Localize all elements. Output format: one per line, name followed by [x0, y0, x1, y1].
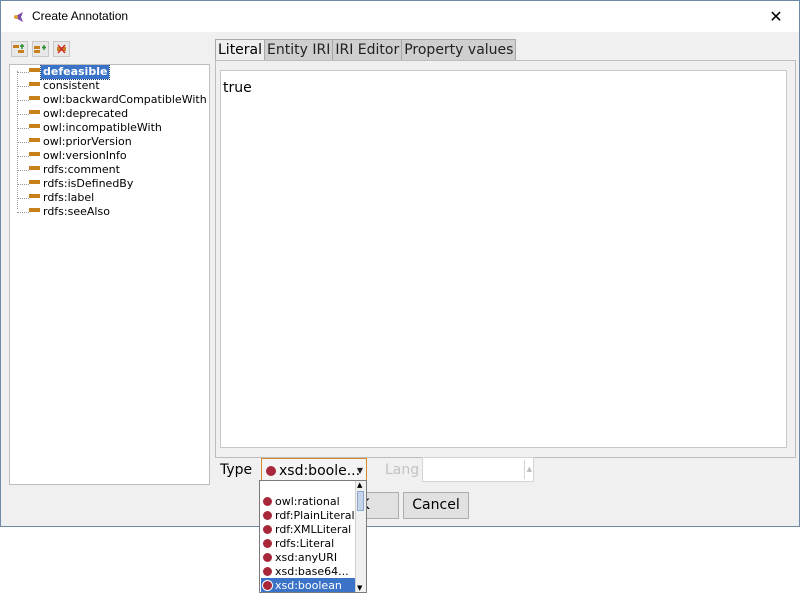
annotation-property-icon: [29, 207, 40, 212]
datatype-icon: [263, 510, 272, 520]
annotation-property-icon: [29, 67, 40, 72]
annotation-property-icon: [29, 151, 40, 156]
value-editor-tabs: Literal Entity IRI IRI Editor Property v…: [215, 39, 517, 61]
dropdown-option-label: rdf:XMLLiteral: [275, 522, 352, 536]
title-bar: Create Annotation ✕: [1, 1, 799, 32]
scroll-down-icon[interactable]: ▼: [357, 584, 362, 592]
tree-connector: [17, 127, 29, 129]
tree-item-label: owl:deprecated: [43, 107, 129, 120]
tree-item-label: owl:backwardCompatibleWith: [43, 93, 207, 106]
tree-connector: [17, 169, 29, 171]
tree-item-label: rdfs:isDefinedBy: [43, 177, 134, 190]
tree-connector: [17, 113, 29, 115]
scroll-up-icon[interactable]: ▲: [357, 481, 362, 489]
dropdown-option[interactable]: rdf:XMLLiteral: [261, 522, 356, 536]
tree-item-label: owl:incompatibleWith: [43, 121, 162, 134]
dropdown-option-label: xsd:anyURI: [275, 550, 338, 564]
lang-label: Lang: [385, 462, 420, 478]
dropdown-option[interactable]: xsd:boolean: [261, 578, 356, 592]
dropdown-option-label: rdf:PlainLiteral: [275, 508, 355, 522]
tree-connector: [17, 197, 29, 199]
dropdown-option-label: rdfs:Literal: [275, 536, 335, 550]
tree-item[interactable]: consistent: [10, 79, 102, 93]
tree-item[interactable]: owl:incompatibleWith: [10, 121, 164, 135]
chevron-down-icon: ▼: [356, 466, 363, 475]
tree-item[interactable]: owl:priorVersion: [10, 135, 134, 149]
tree-item[interactable]: rdfs:isDefinedBy: [10, 177, 135, 191]
dropdown-scrollbar[interactable]: ▲ ▼: [355, 481, 366, 592]
annotation-property-icon: [29, 123, 40, 128]
tree-item[interactable]: rdfs:seeAlso: [10, 205, 112, 219]
cancel-button[interactable]: Cancel: [403, 492, 469, 519]
tab-property-values[interactable]: Property values: [401, 39, 517, 61]
annotation-property-icon: [29, 165, 40, 170]
create-annotation-dialog: Create Annotation ✕ defeasible consistent…: [0, 0, 800, 527]
tree-connector: [17, 71, 29, 73]
literal-tab-panel: true: [215, 60, 796, 458]
annotation-property-tree: defeasible consistent owl:backwardCompatib…: [9, 64, 210, 485]
lang-select[interactable]: ▲: [422, 457, 534, 482]
annotation-property-icon: [29, 109, 40, 114]
tree-connector: [17, 85, 29, 87]
tree-item-label: rdfs:label: [43, 191, 95, 204]
lang-divider: [524, 460, 525, 479]
datatype-icon: [263, 566, 272, 576]
tree-toolbar: [11, 41, 70, 59]
tab-iri-editor[interactable]: IRI Editor: [332, 39, 403, 61]
add-sibling-property-icon[interactable]: [32, 41, 49, 57]
dropdown-option[interactable]: owl:rational: [261, 494, 356, 508]
close-button[interactable]: ✕: [753, 1, 799, 32]
dropdown-option[interactable]: rdfs:Literal: [261, 536, 356, 550]
annotation-property-icon: [29, 137, 40, 142]
datatype-dropdown-list: owl:rational rdf:PlainLiteral rdf:XMLLiter…: [259, 480, 367, 593]
tab-literal[interactable]: Literal: [215, 39, 266, 61]
tree-item[interactable]: rdfs:label: [10, 191, 96, 205]
dropdown-option-label: xsd:boolean: [275, 578, 342, 592]
tree-connector: [17, 141, 29, 143]
dropdown-option-label: xsd:base64...: [275, 564, 349, 578]
type-label: Type: [220, 462, 253, 478]
datatype-icon: [263, 524, 272, 534]
tab-entity-iri[interactable]: Entity IRI: [264, 39, 334, 61]
scroll-thumb[interactable]: [357, 491, 364, 511]
tree-item[interactable]: owl:deprecated: [10, 107, 130, 121]
protege-app-icon: [14, 12, 23, 22]
literal-value-editor[interactable]: true: [220, 70, 787, 448]
datatype-icon: [263, 496, 272, 506]
tree-item-label: rdfs:seeAlso: [43, 205, 110, 218]
tree-connector: [17, 183, 29, 185]
datatype-icon: [266, 465, 276, 476]
annotation-property-icon: [29, 95, 40, 100]
tree-item[interactable]: defeasible: [10, 65, 111, 80]
tree-connector: [17, 155, 29, 157]
tree-item-label: defeasible: [39, 65, 111, 80]
lang-chevron-icon: ▲: [526, 465, 532, 473]
tree-item-label: consistent: [43, 79, 100, 92]
tree-item[interactable]: rdfs:comment: [10, 163, 122, 177]
delete-property-icon[interactable]: [53, 41, 70, 57]
annotation-property-icon: [29, 193, 40, 198]
annotation-property-icon: [29, 179, 40, 184]
window-title: Create Annotation: [32, 9, 129, 23]
tree-item[interactable]: owl:backwardCompatibleWith: [10, 93, 209, 107]
add-subproperty-icon[interactable]: [11, 41, 28, 57]
tree-connector: [17, 99, 29, 101]
tree-connector: [17, 211, 29, 213]
datatype-icon: [263, 552, 272, 562]
tree-item-label: rdfs:comment: [43, 163, 120, 176]
tree-item-label: owl:versionInfo: [43, 149, 127, 162]
dropdown-option[interactable]: xsd:anyURI: [261, 550, 356, 564]
datatype-icon: [263, 538, 272, 548]
tree-item[interactable]: owl:versionInfo: [10, 149, 129, 163]
dropdown-option[interactable]: xsd:base64...: [261, 564, 356, 578]
dropdown-option-label: owl:rational: [275, 494, 340, 508]
datatype-icon: [263, 580, 272, 590]
datatype-selected-value: xsd:boole...: [279, 462, 361, 479]
annotation-property-icon: [29, 81, 40, 86]
dropdown-option[interactable]: rdf:PlainLiteral: [261, 508, 356, 522]
tree-item-label: owl:priorVersion: [43, 135, 132, 148]
